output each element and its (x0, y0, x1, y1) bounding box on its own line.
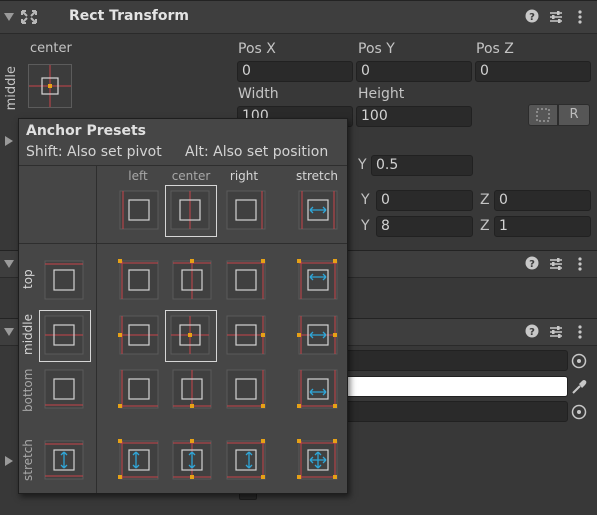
scale-z-label: Z (480, 218, 490, 234)
grid-divider (19, 165, 347, 166)
column-label-left: left (128, 169, 148, 183)
pos-z-label: Pos Z (476, 41, 514, 57)
rotation-y-field[interactable]: 0 (376, 190, 473, 211)
column-label-right: right (229, 169, 259, 183)
component-title: Rect Transform (69, 8, 190, 24)
preset-center-bottom[interactable] (167, 364, 219, 416)
help-icon[interactable]: ? (524, 256, 540, 272)
rotation-z-label: Z (480, 192, 490, 208)
presets-icon[interactable] (548, 9, 564, 25)
source-image-field[interactable] (330, 350, 568, 371)
row-label-middle: middle (21, 314, 35, 356)
row-label-stretch: stretch (21, 439, 35, 481)
preset-stretch-none[interactable] (293, 185, 345, 237)
preset-left-middle[interactable] (114, 310, 166, 362)
row-label-top: top (21, 269, 35, 289)
raw-edit-icon: R (569, 107, 579, 122)
blueprint-mode-icon (536, 108, 550, 122)
pos-z-field[interactable]: 0 (475, 61, 591, 82)
foldout-arrow-icon[interactable] (4, 13, 14, 21)
preset-center-middle[interactable] (165, 310, 217, 362)
preset-stretch-middle[interactable] (293, 310, 345, 362)
svg-text:?: ? (529, 12, 535, 23)
rotation-y-label: Y (361, 192, 370, 208)
popup-title: Anchor Presets (26, 123, 146, 139)
help-icon[interactable]: ? (524, 9, 540, 25)
foldout-arrow-icon[interactable] (4, 260, 14, 268)
preset-left-top[interactable] (114, 255, 166, 307)
eyedropper-icon[interactable] (570, 378, 588, 396)
raw-edit-button[interactable]: R (558, 104, 590, 126)
preset-none-top[interactable] (39, 255, 91, 307)
anchor-widget-button[interactable] (28, 64, 72, 108)
svg-text:?: ? (529, 327, 535, 338)
stretch-foldout-icon[interactable] (5, 456, 13, 466)
preset-none-middle[interactable] (39, 310, 91, 362)
pivot-y-label: Y (358, 157, 367, 173)
shift-hint: Shift: Also set pivot (26, 144, 162, 160)
height-field[interactable]: 100 (356, 106, 472, 127)
height-label: Height (358, 86, 405, 102)
preset-stretch-bottom[interactable] (293, 364, 345, 416)
grid-divider (96, 165, 97, 493)
scale-z-field[interactable]: 1 (494, 216, 591, 237)
pos-y-label: Pos Y (358, 41, 395, 57)
preset-none-stretch[interactable] (39, 435, 91, 487)
more-icon[interactable] (572, 324, 588, 340)
scale-y-label: Y (361, 218, 370, 234)
preset-right-none[interactable] (221, 185, 273, 237)
pivot-y-field[interactable]: 0.5 (371, 155, 473, 176)
anchor-presets-popup: Anchor Presets Shift: Also set pivot Alt… (18, 118, 348, 494)
rect-transform-header[interactable]: Rect Transform ? (0, 0, 597, 34)
pos-y-field[interactable]: 0 (356, 61, 472, 82)
svg-text:?: ? (529, 259, 535, 270)
more-icon[interactable] (572, 9, 588, 25)
anchor-v-label: middle (4, 66, 19, 111)
pos-x-field[interactable]: 0 (237, 61, 353, 82)
material-field[interactable]: ) (330, 401, 568, 422)
scale-y-field[interactable]: 8 (376, 216, 473, 237)
foldout-arrow-icon[interactable] (4, 328, 14, 336)
preset-right-middle[interactable] (221, 310, 273, 362)
help-icon[interactable]: ? (524, 324, 540, 340)
row-label-bottom: bottom (21, 368, 35, 412)
column-label-stretch: stretch (296, 169, 338, 183)
blueprint-mode-button[interactable] (528, 104, 558, 126)
grid-divider (19, 243, 347, 244)
preset-right-top[interactable] (221, 255, 273, 307)
width-label: Width (238, 86, 279, 102)
color-field[interactable] (330, 376, 568, 397)
rect-transform-icon (21, 10, 37, 24)
pos-x-label: Pos X (238, 41, 276, 57)
preset-left-bottom[interactable] (114, 364, 166, 416)
preset-right-bottom[interactable] (221, 364, 273, 416)
preset-none-bottom[interactable] (39, 364, 91, 416)
preset-center-none[interactable] (165, 185, 217, 237)
anchors-foldout-icon[interactable] (5, 136, 13, 146)
anchor-h-label: center (30, 41, 72, 56)
preset-stretch-stretch[interactable] (293, 435, 345, 487)
preset-stretch-top[interactable] (293, 255, 345, 307)
preset-left-none[interactable] (114, 185, 166, 237)
preset-right-stretch[interactable] (221, 435, 273, 487)
alt-hint: Alt: Also set position (185, 144, 329, 160)
presets-icon[interactable] (548, 256, 564, 272)
preset-center-stretch[interactable] (167, 435, 219, 487)
presets-icon[interactable] (548, 324, 564, 340)
object-picker-icon[interactable] (570, 352, 588, 370)
preset-center-top[interactable] (167, 255, 219, 307)
more-icon[interactable] (572, 256, 588, 272)
object-picker-icon[interactable] (570, 403, 588, 421)
column-label-center: center (171, 169, 211, 183)
rotation-z-field[interactable]: 0 (494, 190, 591, 211)
preset-left-stretch[interactable] (114, 435, 166, 487)
